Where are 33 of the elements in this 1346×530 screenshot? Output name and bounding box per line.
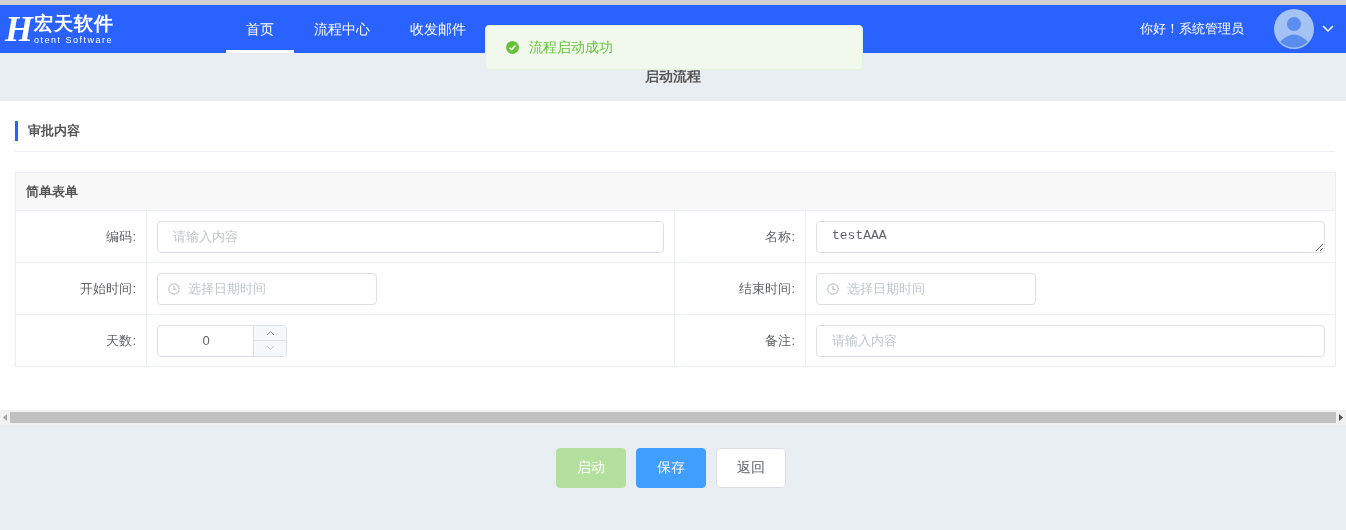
nav-tab[interactable]: 流程中心 bbox=[294, 5, 390, 53]
scrollbar-thumb[interactable] bbox=[10, 412, 1336, 423]
text-area[interactable]: testAAA bbox=[816, 220, 1325, 253]
logo-title: 宏天软件 bbox=[34, 13, 114, 34]
horizontal-scrollbar[interactable] bbox=[0, 410, 1346, 425]
save-button[interactable]: 保存 bbox=[635, 448, 706, 488]
field-label: 开始时间: bbox=[15, 262, 147, 315]
input-field[interactable]: 请输入内容 bbox=[816, 324, 1325, 357]
field-label: 编码: bbox=[15, 210, 147, 263]
nav-tab[interactable]: 首页 bbox=[226, 5, 294, 53]
clock-icon bbox=[168, 282, 180, 295]
datetime-field[interactable]: 选择日期时间 bbox=[157, 272, 377, 305]
back-button[interactable]: 返回 bbox=[715, 448, 786, 488]
check-icon bbox=[506, 41, 519, 54]
user-greeting: 你好！系统管理员 bbox=[1140, 20, 1244, 38]
nav-tab[interactable]: 收发邮件 bbox=[390, 5, 486, 53]
page-title: 启动流程 bbox=[644, 67, 702, 86]
chevron-up-icon bbox=[265, 329, 275, 336]
logo-subtitle: otent Software bbox=[34, 35, 114, 46]
field-label: 天数: bbox=[15, 314, 147, 367]
field-label: 名称: bbox=[674, 210, 806, 263]
avatar-icon[interactable] bbox=[1274, 9, 1314, 49]
toast-message: 流程启动成功 bbox=[529, 38, 613, 57]
form-title: 简单表单 bbox=[15, 172, 1336, 211]
caret-icon[interactable] bbox=[1322, 25, 1334, 33]
logo-mark: H bbox=[5, 12, 33, 46]
chevron-down-icon bbox=[265, 345, 275, 352]
clock-icon bbox=[827, 282, 839, 295]
section-title: 审批内容 bbox=[15, 121, 1335, 141]
input-field[interactable]: 请输入内容 bbox=[157, 220, 664, 253]
field-label: 备注: bbox=[674, 314, 806, 367]
field-label: 结束时间: bbox=[674, 262, 806, 315]
datetime-field[interactable]: 选择日期时间 bbox=[816, 272, 1036, 305]
